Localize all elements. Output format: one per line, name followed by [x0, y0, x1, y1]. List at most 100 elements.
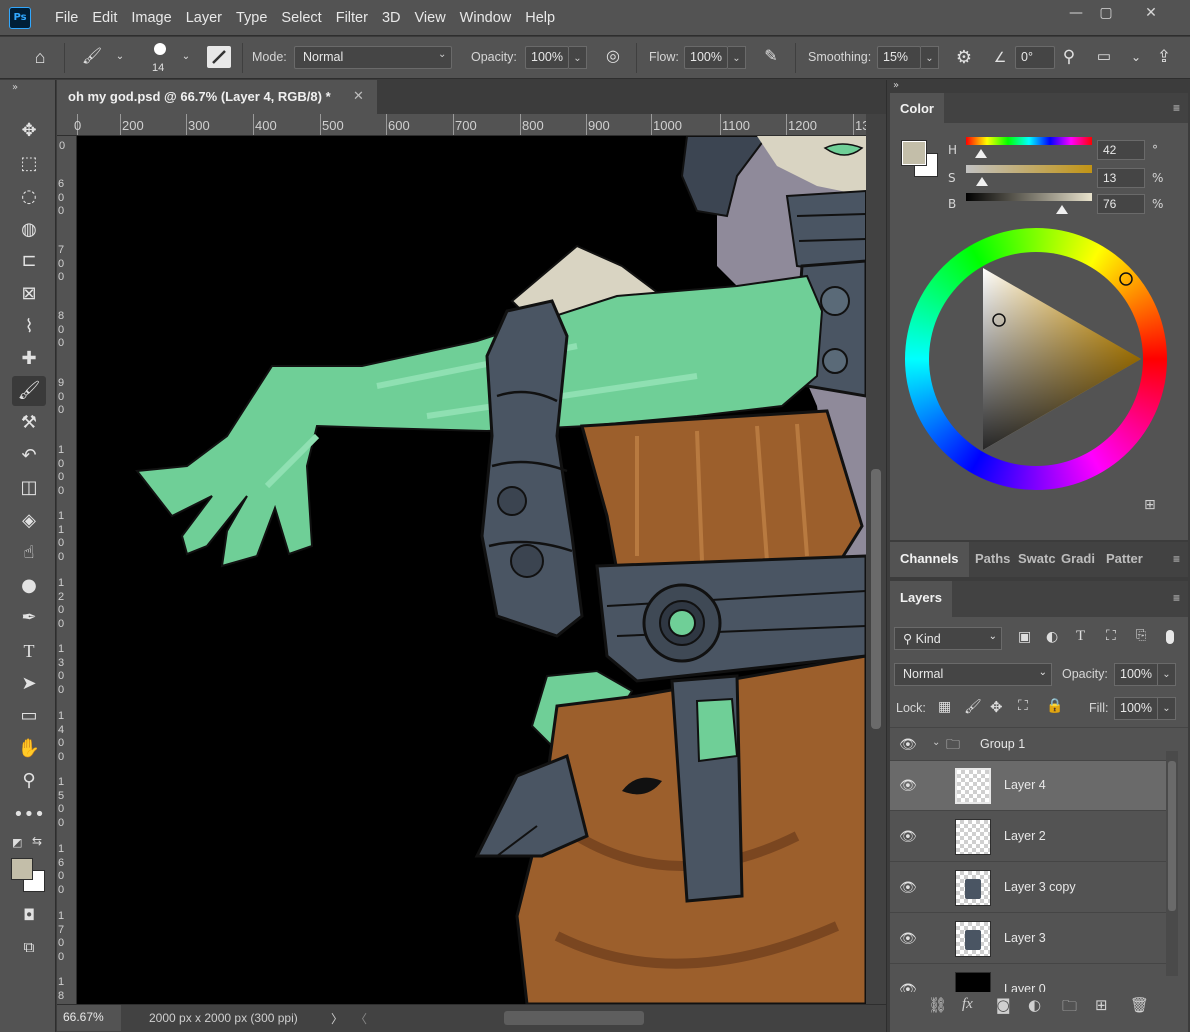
- chevron-down-icon[interactable]: ⌄: [174, 45, 198, 69]
- more-tools-icon[interactable]: •••: [12, 800, 46, 830]
- dodge-tool-icon[interactable]: ●: [12, 571, 46, 601]
- eye-icon[interactable]: 👁: [899, 879, 917, 896]
- adjustment-layer-icon[interactable]: ◐: [1028, 996, 1041, 1014]
- lock-transparency-icon[interactable]: ▦: [938, 699, 951, 715]
- chevron-down-icon[interactable]: ⌄: [1158, 697, 1176, 720]
- marquee-tool-icon[interactable]: ⬚: [12, 149, 46, 179]
- share-icon[interactable]: ⇪: [1152, 45, 1176, 69]
- history-brush-tool-icon[interactable]: ↶: [12, 441, 46, 471]
- fill-field[interactable]: 100%: [1114, 697, 1158, 720]
- menu-type[interactable]: Type: [229, 10, 274, 26]
- close-window-button[interactable]: ✕: [1133, 4, 1169, 22]
- hand-tool-icon[interactable]: ✋: [12, 734, 46, 764]
- brightness-field[interactable]: 76: [1097, 194, 1145, 214]
- workspace-icon[interactable]: ▭: [1092, 45, 1116, 69]
- zoom-tool-icon[interactable]: ⚲: [12, 766, 46, 796]
- tab-color[interactable]: Color: [890, 93, 944, 123]
- tab-patterns[interactable]: Patter: [1096, 542, 1147, 572]
- healing-brush-tool-icon[interactable]: ✚: [12, 344, 46, 374]
- crop-tool-icon[interactable]: ⊏: [12, 246, 46, 276]
- hue-slider-thumb[interactable]: [974, 149, 987, 158]
- opacity-field[interactable]: 100%: [525, 46, 569, 69]
- layer-group-row[interactable]: 👁 ⌄ 🗀 Group 1: [890, 728, 1174, 761]
- paint-bucket-tool-icon[interactable]: ◈: [12, 506, 46, 536]
- new-layer-icon[interactable]: ⊞: [1095, 996, 1108, 1014]
- angle-field[interactable]: 0°: [1015, 46, 1055, 69]
- panel-menu-icon[interactable]: ≡: [1173, 101, 1180, 115]
- stamp-tool-icon[interactable]: ⚒: [12, 408, 46, 438]
- fx-icon[interactable]: fx: [962, 996, 973, 1013]
- search-icon[interactable]: ⚲: [1057, 45, 1081, 69]
- foreground-color-swatch[interactable]: [11, 858, 33, 880]
- link-layers-icon[interactable]: ⛓: [928, 996, 947, 1014]
- layer-row[interactable]: 👁 Layer 0: [890, 965, 1174, 992]
- new-group-icon[interactable]: 🗀: [1062, 996, 1077, 1021]
- brush-tool-icon[interactable]: 🖌: [12, 376, 46, 406]
- foreground-color-swatch[interactable]: [901, 140, 927, 166]
- rectangle-tool-icon[interactable]: ▭: [12, 701, 46, 731]
- lasso-tool-icon[interactable]: ◌: [12, 182, 46, 212]
- scroll-thumb[interactable]: [871, 469, 881, 729]
- lock-artboard-icon[interactable]: ⛶: [1018, 698, 1028, 714]
- chevron-right-icon[interactable]: 〉: [331, 1010, 343, 1027]
- layer-filter-select[interactable]: ⚲ Kind ⌄: [894, 627, 1002, 650]
- add-swatch-icon[interactable]: ⊞: [1144, 497, 1156, 513]
- lock-position-icon[interactable]: ✥: [990, 698, 1003, 716]
- swap-colors-icon[interactable]: ⇆: [32, 834, 42, 848]
- tab-paths[interactable]: Paths: [965, 542, 1014, 572]
- eye-icon[interactable]: 👁: [899, 930, 917, 947]
- panel-menu-icon[interactable]: ≡: [1173, 552, 1180, 566]
- quick-select-tool-icon[interactable]: ◍: [12, 215, 46, 245]
- eye-icon[interactable]: 👁: [899, 736, 917, 753]
- horizontal-scroll-thumb[interactable]: [504, 1011, 644, 1025]
- filter-shape-icon[interactable]: ⛶: [1106, 628, 1116, 644]
- menu-edit[interactable]: Edit: [85, 10, 124, 26]
- layers-scrollbar[interactable]: [1166, 751, 1178, 976]
- path-select-tool-icon[interactable]: ➤: [12, 669, 46, 699]
- menu-image[interactable]: Image: [124, 10, 178, 26]
- tab-channels[interactable]: Channels: [890, 542, 969, 577]
- menu-filter[interactable]: Filter: [329, 10, 375, 26]
- chevron-down-icon[interactable]: ⌄: [108, 45, 132, 69]
- tab-layers[interactable]: Layers: [890, 581, 952, 617]
- layer-row[interactable]: 👁 Layer 4: [890, 761, 1174, 811]
- menu-view[interactable]: View: [408, 10, 453, 26]
- menu-help[interactable]: Help: [518, 10, 562, 26]
- saturation-field[interactable]: 13: [1097, 168, 1145, 188]
- filter-adjustment-icon[interactable]: ◐: [1046, 629, 1058, 645]
- menu-window[interactable]: Window: [453, 10, 519, 26]
- eye-icon[interactable]: 👁: [899, 777, 917, 794]
- smudge-tool-icon[interactable]: ☝: [12, 538, 46, 568]
- filter-smart-object-icon[interactable]: ⎘: [1136, 628, 1146, 643]
- brightness-slider[interactable]: [966, 193, 1092, 201]
- chevron-down-icon[interactable]: ⌄: [921, 46, 939, 69]
- chevron-left-icon[interactable]: 〈: [355, 1010, 367, 1027]
- layer-opacity-field[interactable]: 100%: [1114, 663, 1158, 686]
- hue-slider[interactable]: [966, 137, 1092, 145]
- collapse-icon[interactable]: »: [893, 80, 899, 91]
- home-icon[interactable]: ⌂: [28, 45, 52, 69]
- airbrush-icon[interactable]: ✎: [759, 45, 783, 69]
- eye-icon[interactable]: 👁: [899, 828, 917, 845]
- vertical-scrollbar[interactable]: [866, 114, 886, 1004]
- frame-tool-icon[interactable]: ⊠: [12, 279, 46, 309]
- filter-toggle[interactable]: [1166, 630, 1174, 644]
- smoothing-field[interactable]: 15%: [877, 46, 921, 69]
- chevron-down-icon[interactable]: ⌄: [1124, 45, 1148, 69]
- chevron-down-icon[interactable]: ⌄: [1158, 663, 1176, 686]
- saturation-slider-thumb[interactable]: [976, 177, 989, 186]
- pressure-opacity-icon[interactable]: ◎: [601, 45, 625, 69]
- pen-tool-icon[interactable]: ✒: [12, 603, 46, 633]
- flow-field[interactable]: 100%: [684, 46, 728, 69]
- gear-icon[interactable]: ⚙: [952, 45, 976, 69]
- brush-tip-icon[interactable]: [154, 43, 166, 55]
- hue-field[interactable]: 42: [1097, 140, 1145, 160]
- chevron-down-icon[interactable]: ⌄: [569, 46, 587, 69]
- default-colors-icon[interactable]: ◩: [12, 836, 22, 849]
- move-tool-icon[interactable]: ✥: [12, 116, 46, 146]
- filter-type-icon[interactable]: T: [1076, 628, 1085, 645]
- screen-mode-icon[interactable]: ⧉: [12, 932, 46, 962]
- eyedropper-tool-icon[interactable]: ⌇: [12, 312, 46, 342]
- layer-row[interactable]: 👁 Layer 3: [890, 914, 1174, 964]
- menu-layer[interactable]: Layer: [179, 10, 229, 26]
